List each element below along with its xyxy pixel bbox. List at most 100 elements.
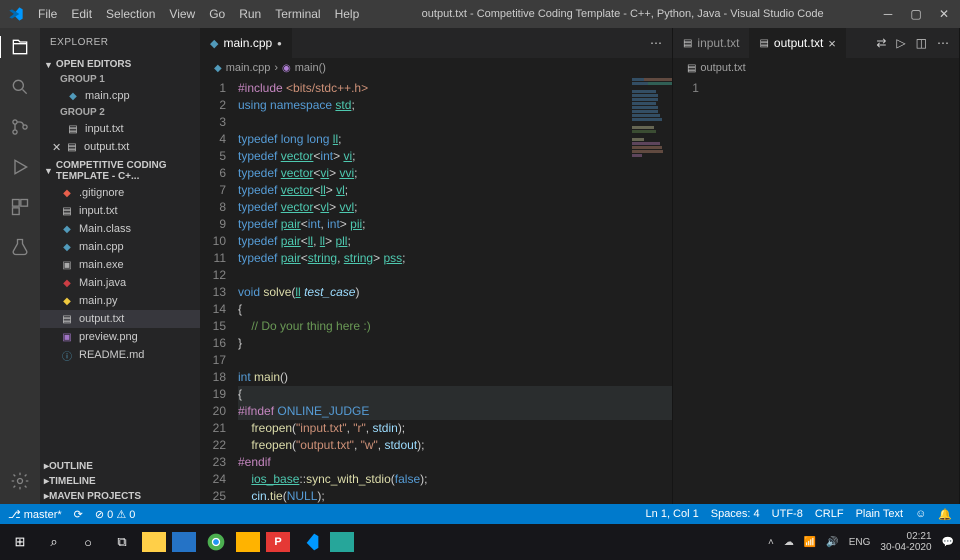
- tray-chevron-icon[interactable]: ˄: [768, 537, 774, 548]
- explorer-icon[interactable]: [0, 36, 39, 58]
- maximize-button[interactable]: ▢: [908, 7, 924, 21]
- open-editor-item[interactable]: ◆main.cpp: [40, 87, 200, 105]
- volume-icon[interactable]: 🔊: [826, 537, 838, 548]
- search-icon[interactable]: ⌕: [40, 528, 68, 556]
- file-item[interactable]: ◆main.py: [40, 292, 200, 310]
- close-button[interactable]: ✕: [936, 7, 952, 21]
- sidebar-title: EXPLORER: [40, 28, 200, 56]
- more-icon[interactable]: ⋯: [937, 36, 949, 50]
- breadcrumb[interactable]: ▤output.txt: [673, 58, 959, 78]
- cpp-file-icon: ◆: [210, 37, 218, 50]
- indent-indicator[interactable]: Spaces: 4: [711, 508, 760, 520]
- wifi-icon[interactable]: 📶: [804, 537, 816, 548]
- maven-section[interactable]: ▸MAVEN PROJECTS: [40, 489, 200, 504]
- compare-icon[interactable]: ⇄: [876, 36, 886, 50]
- more-icon[interactable]: ⋯: [650, 36, 662, 50]
- window-title: output.txt - Competitive Coding Template…: [365, 8, 880, 20]
- search-icon[interactable]: [9, 76, 31, 98]
- ime-indicator[interactable]: ENG: [849, 537, 871, 548]
- explorer-icon[interactable]: [142, 532, 166, 552]
- tab-close-icon[interactable]: •: [277, 36, 282, 51]
- open-editor-item[interactable]: ✕▤output.txt: [40, 138, 200, 156]
- store-icon[interactable]: [172, 532, 196, 552]
- gitignore-file-icon: ◆: [60, 186, 74, 200]
- status-bar: ⎇ master* ⟳ ⊘ 0 ⚠ 0 Ln 1, Col 1 Spaces: …: [0, 504, 960, 524]
- file-item[interactable]: ◆Main.class: [40, 220, 200, 238]
- title-bar: File Edit Selection View Go Run Terminal…: [0, 0, 960, 28]
- run-icon[interactable]: ▷: [896, 36, 905, 50]
- txt-file-icon: ▤: [65, 140, 79, 154]
- cursor-position[interactable]: Ln 1, Col 1: [646, 508, 699, 520]
- menu-edit[interactable]: Edit: [65, 5, 98, 23]
- menu-run[interactable]: Run: [233, 5, 267, 23]
- extensions-icon[interactable]: [9, 196, 31, 218]
- windows-taskbar: ⊞ ⌕ ○ ⧉ P ˄ ☁ 📶 🔊 ENG 02:2130-04-2020 💬: [0, 524, 960, 560]
- run-debug-icon[interactable]: [9, 156, 31, 178]
- minimize-button[interactable]: ─: [880, 7, 896, 21]
- activity-bar: [0, 28, 40, 504]
- open-editor-item[interactable]: ▤input.txt: [40, 120, 200, 138]
- vscode-icon: [8, 6, 24, 22]
- code-editor[interactable]: 1234567891011121314151617181920212223242…: [200, 78, 672, 504]
- taskview-icon[interactable]: ⧉: [108, 528, 136, 556]
- file-item[interactable]: ⓘREADME.md: [40, 346, 200, 364]
- minimap[interactable]: [632, 78, 672, 504]
- txt-file-icon: ▤: [683, 38, 692, 49]
- tab-close-icon[interactable]: ×: [828, 36, 836, 51]
- code-editor[interactable]: 1: [673, 78, 959, 504]
- eol-indicator[interactable]: CRLF: [815, 508, 844, 520]
- notifications-icon[interactable]: 💬: [942, 537, 954, 548]
- sync-indicator[interactable]: ⟳: [74, 508, 83, 521]
- file-item[interactable]: ◆.gitignore: [40, 184, 200, 202]
- chrome-icon[interactable]: [202, 528, 230, 556]
- menu-view[interactable]: View: [163, 5, 201, 23]
- menu-terminal[interactable]: Terminal: [269, 5, 326, 23]
- open-editors-section[interactable]: ▼OPEN EDITORS: [40, 57, 200, 72]
- timeline-section[interactable]: ▸TIMELINE: [40, 474, 200, 489]
- split-icon[interactable]: ◫: [916, 36, 927, 50]
- wps-icon[interactable]: P: [266, 532, 290, 552]
- file-item[interactable]: ▤output.txt: [40, 310, 200, 328]
- menu-go[interactable]: Go: [203, 5, 231, 23]
- txt-file-icon: ▤: [66, 122, 80, 136]
- vscode-icon[interactable]: [296, 528, 324, 556]
- file-item[interactable]: ◆main.cpp: [40, 238, 200, 256]
- branch-indicator[interactable]: ⎇ master*: [8, 508, 62, 521]
- menu-selection[interactable]: Selection: [100, 5, 161, 23]
- project-section[interactable]: ▼COMPETITIVE CODING TEMPLATE - C+...: [40, 158, 200, 184]
- app-icon[interactable]: [330, 532, 354, 552]
- tab-main-cpp[interactable]: ◆ main.cpp •: [200, 28, 292, 58]
- java-file-icon: ◆: [60, 276, 74, 290]
- test-icon[interactable]: [9, 236, 31, 258]
- encoding-indicator[interactable]: UTF-8: [772, 508, 803, 520]
- txt-file-icon: ▤: [759, 38, 768, 49]
- file-item[interactable]: ▤input.txt: [40, 202, 200, 220]
- file-item[interactable]: ▣main.exe: [40, 256, 200, 274]
- editor-tabs: ◆ main.cpp • ⋯: [200, 28, 672, 58]
- settings-icon[interactable]: [9, 470, 31, 492]
- txt-file-icon: ▤: [60, 204, 74, 218]
- menu-help[interactable]: Help: [329, 5, 366, 23]
- outline-section[interactable]: ▸OUTLINE: [40, 459, 200, 474]
- cpp-file-icon: ◆: [66, 89, 80, 103]
- tab-input-txt[interactable]: ▤ input.txt: [673, 28, 749, 58]
- txt-file-icon: ▤: [60, 312, 74, 326]
- feedback-icon[interactable]: ☺: [915, 508, 926, 520]
- source-control-icon[interactable]: [9, 116, 31, 138]
- bell-icon[interactable]: 🔔: [938, 508, 952, 521]
- start-icon[interactable]: ⊞: [6, 528, 34, 556]
- tab-output-txt[interactable]: ▤ output.txt ×: [749, 28, 845, 58]
- png-file-icon: ▣: [60, 330, 74, 344]
- problems-indicator[interactable]: ⊘ 0 ⚠ 0: [95, 508, 136, 521]
- exe-file-icon: ▣: [60, 258, 74, 272]
- language-indicator[interactable]: Plain Text: [856, 508, 904, 520]
- breadcrumb[interactable]: ◆main.cpp › ◉main(): [200, 58, 672, 78]
- app-icon[interactable]: [236, 532, 260, 552]
- menu-file[interactable]: File: [32, 5, 63, 23]
- group-label: GROUP 2: [40, 105, 200, 120]
- cortana-icon[interactable]: ○: [74, 528, 102, 556]
- clock[interactable]: 02:2130-04-2020: [880, 531, 931, 553]
- file-item[interactable]: ▣preview.png: [40, 328, 200, 346]
- onedrive-icon[interactable]: ☁: [784, 537, 794, 548]
- file-item[interactable]: ◆Main.java: [40, 274, 200, 292]
